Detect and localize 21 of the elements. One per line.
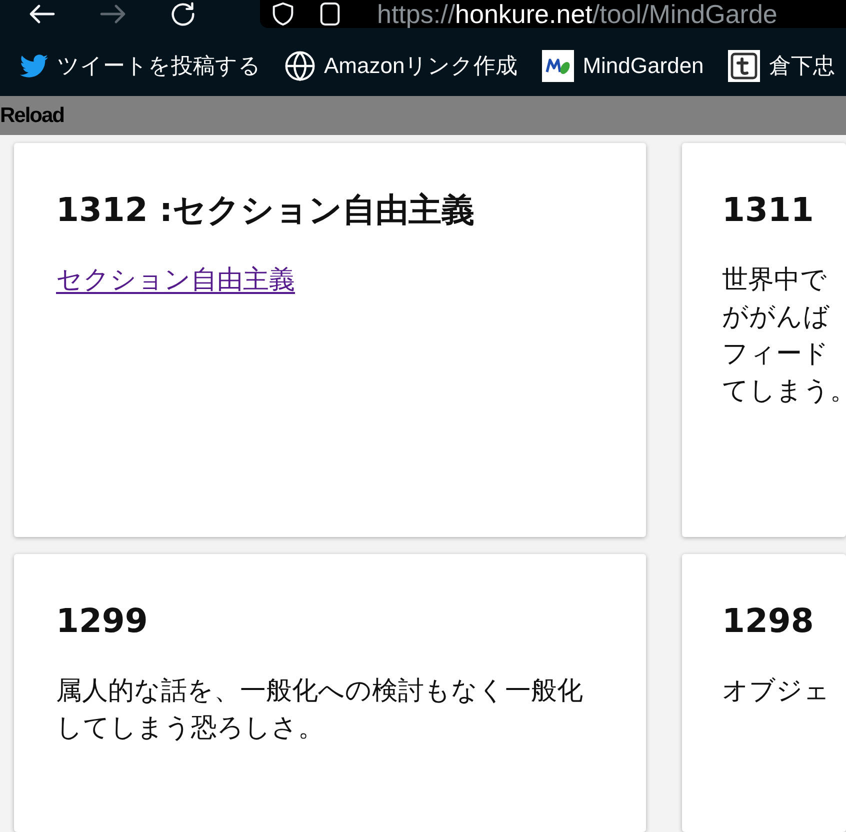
- bookmark-item[interactable]: MindGarden: [542, 50, 704, 82]
- bookmark-item[interactable]: ツイートを投稿する: [20, 51, 261, 81]
- bird-icon: [20, 52, 48, 80]
- card-text: オブジェ: [722, 675, 830, 708]
- globe-icon: [285, 51, 315, 81]
- card-title: 1312 :セクション自由主義: [56, 190, 475, 230]
- page-icon[interactable]: [320, 2, 340, 26]
- bookmark-item[interactable]: Amazonリンク作成: [285, 51, 518, 81]
- back-arrow-icon[interactable]: [29, 4, 55, 24]
- logo-tile-icon: [542, 50, 574, 82]
- card-text: 世界中で ががんば フィード てしまう。: [722, 264, 846, 408]
- frame-logo-icon: [728, 50, 760, 82]
- reload-button[interactable]: Reload: [0, 104, 64, 128]
- card-link[interactable]: セクション自由主義: [56, 262, 295, 299]
- reload-icon[interactable]: [171, 2, 195, 26]
- bookmark-item[interactable]: 倉下忠: [728, 50, 835, 82]
- card-title: 1311: [722, 190, 814, 230]
- card-text: 属人的な話を、一般化への検討もなく一般化 してしまう恐ろしさ。: [56, 675, 583, 745]
- card-title: 1298: [722, 601, 814, 641]
- shield-icon[interactable]: [272, 2, 294, 26]
- card-title: 1299: [56, 601, 148, 641]
